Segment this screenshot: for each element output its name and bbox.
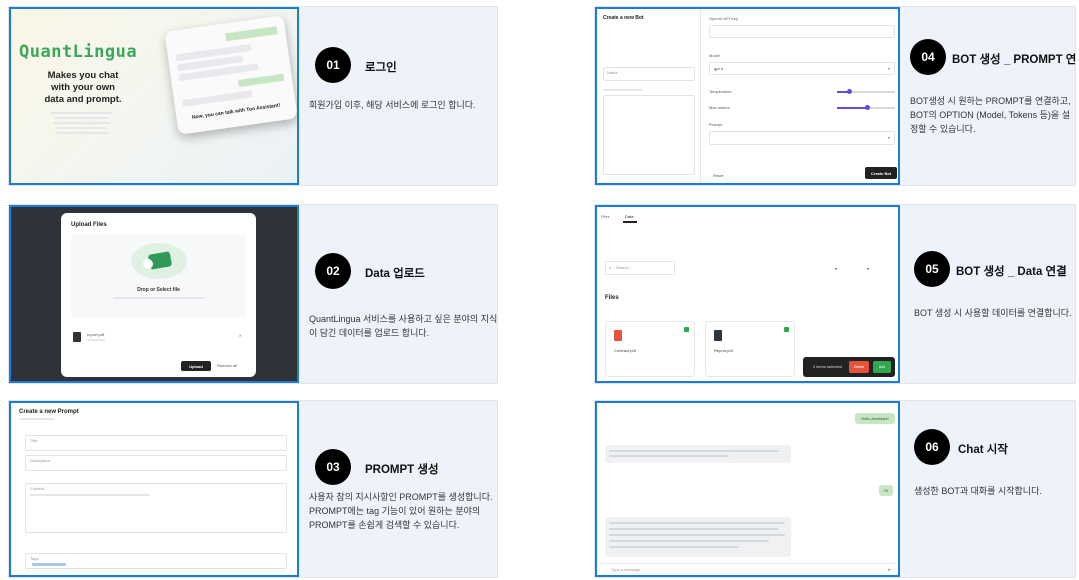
temperature-label: Temperature — [709, 89, 732, 94]
file-search-input[interactable]: Search... ⌕ — [605, 261, 675, 275]
chat-preview-card: Now, you can talk with Ton Assistant! — [164, 15, 297, 135]
step-title-05: BOT 생성 _ Data 연결 — [956, 266, 1067, 278]
chat-bubble-user-2: Hi — [879, 485, 893, 496]
prompt-screenshot: Create a new Prompt Title Description Co… — [9, 401, 299, 577]
step-title-01: 로그인 — [365, 62, 397, 74]
type-filter[interactable]: ▾ — [867, 266, 869, 271]
tab-files[interactable]: Files — [601, 214, 609, 219]
prompt-select[interactable]: ▾ — [709, 131, 895, 145]
bot-data-screenshot: Files Data Search... ⌕ ▾ ▾ Files Contrac… — [595, 205, 900, 383]
bot-form-left: Create a new Bot Name — [597, 9, 701, 183]
step-desc-02: QuantLingua 서비스를 사용하고 싶은 분야의 지식이 담긴 데이터를… — [309, 314, 498, 338]
send-icon[interactable]: ➤ — [888, 567, 891, 572]
step-desc-05: BOT 생성 시 사용할 데이터를 연결합니다. — [914, 308, 1072, 318]
prompt-title-field[interactable]: Title — [25, 435, 287, 451]
step-title-04: BOT 생성 _ PROMPT 연결 — [952, 54, 1076, 66]
upload-modal-title: Upload Files — [71, 222, 107, 228]
max-tokens-slider[interactable] — [837, 105, 895, 110]
search-icon: ⌕ — [609, 265, 612, 270]
step-desc-04: BOT생성 시 원하는 PROMPT를 연결하고, BOT의 OPTION (M… — [910, 96, 1071, 134]
upload-modal: Upload Files Drop or Select file report.… — [61, 213, 256, 377]
prompt-content-editor[interactable]: Content — [25, 483, 287, 533]
temperature-slider[interactable] — [837, 89, 895, 94]
bot-description-field[interactable] — [603, 95, 695, 175]
prompt-description-field[interactable]: Description — [25, 455, 287, 471]
file-card-1-check[interactable] — [684, 327, 689, 332]
step-desc-06: 생성한 BOT과 대화를 시작합니다. — [914, 486, 1042, 496]
model-chevron-icon: ▾ — [887, 66, 890, 71]
step-badge-05: 05 — [914, 251, 950, 287]
step-badge-02: 02 — [315, 253, 351, 289]
add-selected-button[interactable]: Add — [873, 361, 891, 373]
create-bot-button[interactable]: Create Bot — [865, 167, 897, 179]
login-tagline-1: Makes you chat — [47, 70, 119, 81]
file-remove-icon[interactable]: ✕ — [239, 333, 242, 338]
step-badge-06: 06 — [914, 429, 950, 465]
step-title-06: Chat 시작 — [958, 444, 1008, 456]
login-screenshot: QuantLingua Makes you chat with your own… — [9, 7, 299, 185]
step-panel-06: Hello Assistant! Hi Type a message ➤ 06 … — [594, 400, 1076, 578]
bot-form-title: Create a new Bot — [603, 15, 644, 21]
upload-button-label: Upload — [189, 363, 203, 369]
step-desc-01: 회원가입 이후, 해당 서비스에 로그인 합니다. — [309, 100, 476, 110]
chat-screenshot: Hello Assistant! Hi Type a message ➤ — [595, 401, 900, 577]
chat-bubble-bot-2 — [605, 517, 791, 557]
app-logo: QuantLingua — [19, 42, 138, 62]
tab-data[interactable]: Data — [625, 214, 633, 219]
chat-bubble-user-1: Hello Assistant! — [855, 413, 895, 424]
step-panel-04: Create a new Bot Name OpenAI API Key Mod… — [594, 6, 1076, 186]
bot-prompt-screenshot: Create a new Bot Name OpenAI API Key Mod… — [595, 7, 900, 185]
file-card-1[interactable]: Contract.pdf — [605, 321, 695, 377]
reset-button[interactable]: Reset — [713, 173, 723, 178]
login-tagline-3: data and prompt. — [44, 94, 122, 105]
max-tokens-label: Max tokens — [709, 105, 730, 110]
selection-action-bar: 2 items selected Delete Add — [803, 357, 895, 377]
selection-count: 2 items selected — [813, 364, 842, 369]
dropzone-title: Drop or Select file — [137, 287, 180, 293]
file-card-2-check[interactable] — [784, 327, 789, 332]
file-doc-icon — [73, 332, 81, 342]
doc-file-icon — [714, 330, 722, 341]
step-badge-01: 01 — [315, 47, 351, 83]
step-desc-03: 사용자 참의 지시사항인 PROMPT를 생성합니다. PROMPT에는 tag… — [309, 492, 493, 530]
prompt-form-title: Create a new Prompt — [19, 409, 79, 415]
step-panel-02: Upload Files Drop or Select file report.… — [8, 204, 498, 384]
prompt-tags-field[interactable]: Tags — [25, 553, 287, 569]
step-title-02: Data 업로드 — [365, 268, 425, 280]
model-label: Model — [709, 53, 720, 58]
files-heading: Files — [605, 295, 619, 301]
upload-screenshot: Upload Files Drop or Select file report.… — [9, 205, 299, 383]
file-item-name: report.pdf — [87, 332, 105, 337]
chat-bubble-bot-1 — [605, 445, 791, 463]
remove-all-button[interactable]: Remove all — [217, 363, 237, 368]
file-card-2[interactable]: Report.pdf — [705, 321, 795, 377]
bot-name-field[interactable]: Name — [603, 67, 695, 81]
file-item: report.pdf ✕ — [71, 329, 246, 347]
prompt-select-label: Prompt — [709, 122, 722, 127]
upload-button[interactable]: Upload — [181, 361, 211, 371]
delete-selected-button[interactable]: Delete — [849, 361, 869, 373]
dropzone[interactable]: Drop or Select file — [71, 235, 246, 317]
file-card-2-name: Report.pdf — [714, 348, 733, 353]
select-date-filter[interactable]: ▾ — [835, 266, 837, 271]
step-title-03: PROMPT 생성 — [365, 464, 439, 476]
pdf-file-icon — [614, 330, 622, 341]
prompt-chevron-icon: ▾ — [887, 135, 890, 140]
chat-input[interactable]: Type a message ➤ — [601, 563, 895, 575]
step-badge-04: 04 — [910, 39, 946, 75]
step-panel-05: Files Data Search... ⌕ ▾ ▾ Files Contrac… — [594, 204, 1076, 384]
upload-illustration-icon — [131, 243, 187, 279]
openai-key-label: OpenAI API Key — [709, 16, 738, 21]
step-panel-03: Create a new Prompt Title Description Co… — [8, 400, 498, 578]
login-tagline-2: with your own — [51, 82, 115, 93]
model-select[interactable]: gpt-4 ▾ — [709, 62, 895, 75]
step-panel-01: QuantLingua Makes you chat with your own… — [8, 6, 498, 186]
step-badge-03: 03 — [315, 449, 351, 485]
openai-key-field[interactable] — [709, 25, 895, 38]
file-card-1-name: Contract.pdf — [614, 348, 636, 353]
